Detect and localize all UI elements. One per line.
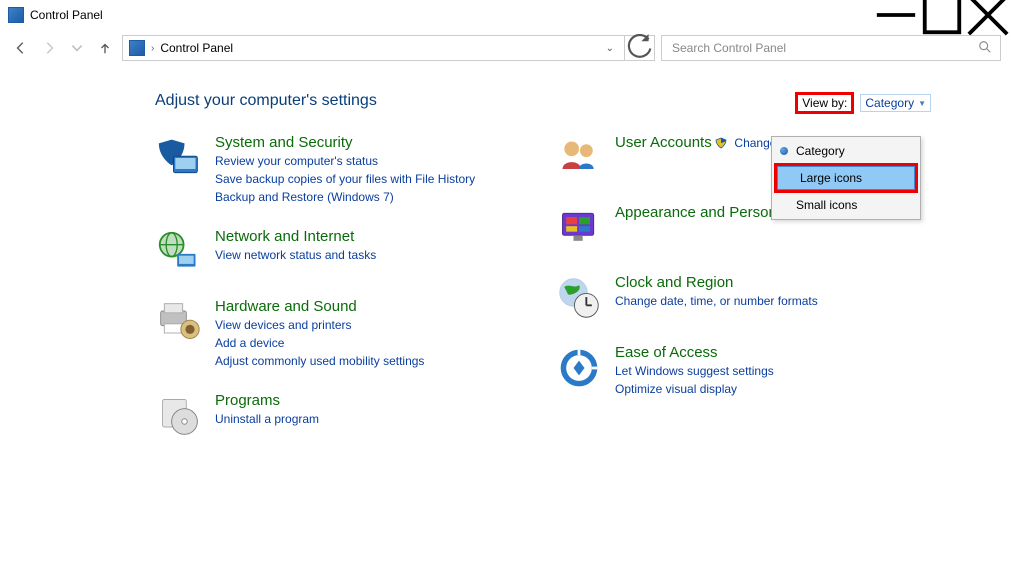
category-system-security: System and Security Review your computer… [155,134,495,206]
category-network-internet: Network and Internet View network status… [155,228,495,276]
category-programs: Programs Uninstall a program [155,392,495,440]
minimize-button[interactable] [873,0,919,30]
menu-item-category[interactable]: Category [774,139,918,163]
forward-button[interactable] [38,37,60,59]
close-button[interactable] [965,0,1011,30]
view-by-menu: Category Large icons Small icons [771,136,921,220]
refresh-button[interactable] [625,35,655,61]
category-title[interactable]: Network and Internet [215,228,354,245]
category-title[interactable]: Clock and Region [615,274,733,291]
category-link[interactable]: Change date, time, or number formats [615,292,895,310]
window-title: Control Panel [30,8,103,22]
address-bar[interactable]: › Control Panel ⌄ [122,35,625,61]
category-title[interactable]: Programs [215,392,280,409]
category-link[interactable]: Add a device [215,334,495,352]
category-title[interactable]: System and Security [215,134,353,151]
left-column: System and Security Review your computer… [155,134,495,462]
category-link[interactable]: View network status and tasks [215,246,495,264]
menu-item-label: Category [796,144,845,158]
highlight-large-icons: Large icons [774,163,918,193]
bullet-empty-icon [780,201,788,209]
category-link[interactable]: Save backup copies of your files with Fi… [215,170,495,188]
view-by-label: View by: [802,96,847,110]
category-link[interactable]: Adjust commonly used mobility settings [215,352,495,370]
clock-globe-icon [555,274,603,322]
programs-disc-icon [155,392,203,440]
chevron-right-icon[interactable]: › [151,43,154,54]
dropdown-triangle-icon: ▼ [918,99,926,108]
search-box[interactable] [661,35,1001,61]
titlebar: Control Panel [0,0,1011,30]
up-button[interactable] [94,37,116,59]
recent-locations-button[interactable] [66,37,88,59]
view-by-dropdown[interactable]: Category ▼ [860,94,931,112]
category-clock-region: Clock and Region Change date, time, or n… [555,274,895,322]
appearance-icon [555,204,603,252]
control-panel-app-icon [8,7,24,23]
category-title[interactable]: User Accounts [615,134,712,151]
bullet-selected-icon [780,147,788,155]
content-area: Adjust your computer's settings View by:… [0,66,1011,462]
toolbar: › Control Panel ⌄ [0,30,1011,66]
uac-shield-icon [715,137,727,149]
address-location[interactable]: Control Panel [160,41,595,55]
category-link[interactable]: Review your computer's status [215,152,495,170]
view-by-control: View by: Category ▼ Category Large icons… [795,92,931,114]
shield-monitor-icon [155,134,203,182]
menu-item-label: Large icons [800,171,862,185]
maximize-button[interactable] [919,0,965,30]
highlight-view-by-label: View by: [795,92,854,114]
view-by-value: Category [865,96,914,110]
address-dropdown-icon[interactable]: ⌄ [602,43,618,54]
category-title[interactable]: Ease of Access [615,344,718,361]
category-hardware-sound: Hardware and Sound View devices and prin… [155,298,495,370]
category-link[interactable]: Uninstall a program [215,410,495,428]
category-link[interactable]: Backup and Restore (Windows 7) [215,188,495,206]
category-link[interactable]: Optimize visual display [615,380,895,398]
search-input[interactable] [670,40,972,56]
menu-item-label: Small icons [796,198,857,212]
control-panel-icon [129,40,145,56]
category-link[interactable]: Let Windows suggest settings [615,362,895,380]
user-accounts-icon [555,134,603,182]
window-controls [873,0,1011,30]
category-link[interactable]: View devices and printers [215,316,495,334]
category-ease-of-access: Ease of Access Let Windows suggest setti… [555,344,895,398]
ease-of-access-icon [555,344,603,392]
menu-item-small-icons[interactable]: Small icons [774,193,918,217]
search-icon[interactable] [978,40,992,57]
globe-network-icon [155,228,203,276]
back-button[interactable] [10,37,32,59]
category-title[interactable]: Hardware and Sound [215,298,357,315]
bullet-empty-icon [784,174,792,182]
printer-speaker-icon [155,298,203,346]
menu-item-large-icons[interactable]: Large icons [777,166,915,190]
